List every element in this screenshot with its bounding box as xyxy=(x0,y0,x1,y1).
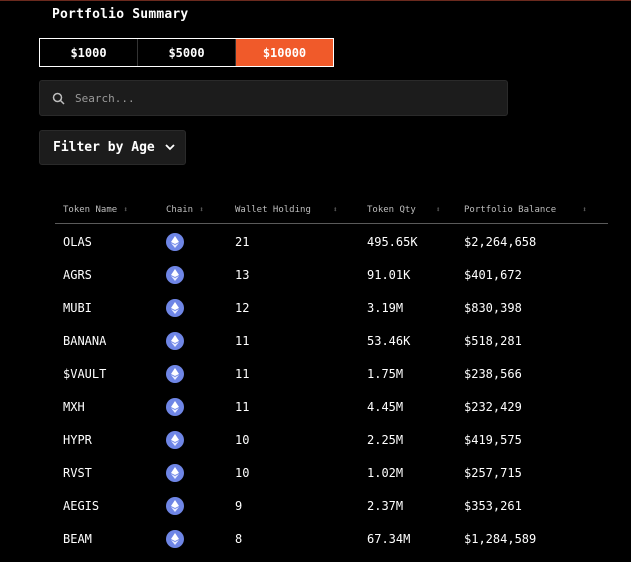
chain-cell xyxy=(166,390,184,423)
token-name: BEAM xyxy=(63,531,92,546)
portfolio-balance: $257,715 xyxy=(464,465,522,480)
wallet-holding: 13 xyxy=(235,267,250,282)
sort-icon: ⬍ xyxy=(435,205,441,214)
table-body: OLAS 21 495.65K $2,264,658 AGRS 13 91.01K $401,… xyxy=(55,224,608,555)
ethereum-icon xyxy=(166,331,184,350)
ethereum-icon xyxy=(166,265,184,284)
column-wallet-holding[interactable]: Wallet Holding ⬍ xyxy=(235,205,338,215)
chevron-down-icon xyxy=(165,144,175,151)
age-filter-label: Filter by Age xyxy=(53,140,155,155)
wallet-holding: 21 xyxy=(235,234,250,249)
token-qty: 91.01K xyxy=(367,267,411,282)
token-qty: 3.19M xyxy=(367,300,404,315)
token-qty: 53.46K xyxy=(367,333,411,348)
token-name: HYPR xyxy=(63,432,92,447)
chain-cell xyxy=(166,324,184,357)
chain-cell xyxy=(166,357,184,390)
sort-icon: ⬍ xyxy=(582,205,587,214)
chain-cell xyxy=(166,456,184,489)
ethereum-icon xyxy=(166,463,184,482)
ethereum-icon xyxy=(166,496,184,515)
portfolio-balance: $353,261 xyxy=(464,498,522,513)
table-row[interactable]: MXH 11 4.45M $232,429 xyxy=(55,390,608,423)
token-qty: 67.34M xyxy=(367,531,411,546)
search-input[interactable] xyxy=(73,90,477,106)
token-name: OLAS xyxy=(63,234,92,249)
wallet-holding: 12 xyxy=(235,300,250,315)
chain-cell xyxy=(166,423,184,456)
table-row[interactable]: AGRS 13 91.01K $401,672 xyxy=(55,258,608,291)
sort-icon: ⬍ xyxy=(123,205,129,214)
chain-cell xyxy=(166,225,184,258)
ethereum-icon xyxy=(166,298,184,317)
wallet-holding: 8 xyxy=(235,531,243,546)
table-row[interactable]: OLAS 21 495.65K $2,264,658 xyxy=(55,225,608,258)
wallet-holding: 11 xyxy=(235,366,250,381)
table-header: Token Name ⬍ Chain ⬍ Wallet Holding ⬍ Token… xyxy=(55,196,608,224)
table-row[interactable]: HYPR 10 2.25M $419,575 xyxy=(55,423,608,456)
column-token-name[interactable]: Token Name ⬍ xyxy=(63,205,128,215)
wallet-holding: 10 xyxy=(235,465,250,480)
token-qty: 2.25M xyxy=(367,432,404,447)
table-row[interactable]: $VAULT 11 1.75M $238,566 xyxy=(55,357,608,390)
wallet-holding: 11 xyxy=(235,399,250,414)
amount-tab-10000[interactable]: $10000 xyxy=(236,39,333,66)
portfolio-balance: $2,264,658 xyxy=(464,234,537,249)
token-qty: 1.75M xyxy=(367,366,404,381)
portfolio-balance: $232,429 xyxy=(464,399,522,414)
column-portfolio-balance[interactable]: Portfolio Balance ⬍ xyxy=(464,205,587,215)
token-name: AEGIS xyxy=(63,498,100,513)
token-qty: 2.37M xyxy=(367,498,404,513)
chain-cell xyxy=(166,522,184,555)
portfolio-balance: $518,281 xyxy=(464,333,522,348)
token-qty: 495.65K xyxy=(367,234,418,249)
table-row[interactable]: MUBI 12 3.19M $830,398 xyxy=(55,291,608,324)
wallet-holding: 11 xyxy=(235,333,250,348)
amount-selector: $1000 $5000 $10000 xyxy=(39,38,334,67)
table-row[interactable]: RVST 10 1.02M $257,715 xyxy=(55,456,608,489)
ethereum-icon xyxy=(166,529,184,548)
top-divider xyxy=(0,0,631,1)
portfolio-balance: $238,566 xyxy=(464,366,522,381)
wallet-holding: 10 xyxy=(235,432,250,447)
token-qty: 1.02M xyxy=(367,465,404,480)
token-name: RVST xyxy=(63,465,92,480)
table-row[interactable]: BANANA 11 53.46K $518,281 xyxy=(55,324,608,357)
amount-tab-5000[interactable]: $5000 xyxy=(138,39,236,66)
ethereum-icon xyxy=(166,232,184,251)
token-name: MXH xyxy=(63,399,85,414)
search-bar xyxy=(39,80,508,116)
chain-cell xyxy=(166,291,184,324)
portfolio-balance: $401,672 xyxy=(464,267,522,282)
page-title: Portfolio Summary xyxy=(52,7,189,22)
column-chain[interactable]: Chain ⬍ xyxy=(166,205,204,215)
amount-tab-1000[interactable]: $1000 xyxy=(40,39,138,66)
search-icon xyxy=(52,92,65,105)
token-name: $VAULT xyxy=(63,366,107,381)
portfolio-balance: $419,575 xyxy=(464,432,522,447)
wallet-holding: 9 xyxy=(235,498,243,513)
sort-icon: ⬍ xyxy=(332,205,338,214)
token-name: MUBI xyxy=(63,300,92,315)
token-table: Token Name ⬍ Chain ⬍ Wallet Holding ⬍ Token… xyxy=(55,196,608,555)
sort-icon: ⬍ xyxy=(199,205,204,214)
portfolio-balance: $1,284,589 xyxy=(464,531,537,546)
age-filter-dropdown[interactable]: Filter by Age xyxy=(39,130,186,165)
token-qty: 4.45M xyxy=(367,399,404,414)
chain-cell xyxy=(166,489,184,522)
ethereum-icon xyxy=(166,397,184,416)
ethereum-icon xyxy=(166,430,184,449)
table-row[interactable]: AEGIS 9 2.37M $353,261 xyxy=(55,489,608,522)
chain-cell xyxy=(166,258,184,291)
portfolio-balance: $830,398 xyxy=(464,300,522,315)
token-name: BANANA xyxy=(63,333,107,348)
token-name: AGRS xyxy=(63,267,92,282)
ethereum-icon xyxy=(166,364,184,383)
column-token-qty[interactable]: Token Qty ⬍ xyxy=(367,205,441,215)
table-row[interactable]: BEAM 8 67.34M $1,284,589 xyxy=(55,522,608,555)
